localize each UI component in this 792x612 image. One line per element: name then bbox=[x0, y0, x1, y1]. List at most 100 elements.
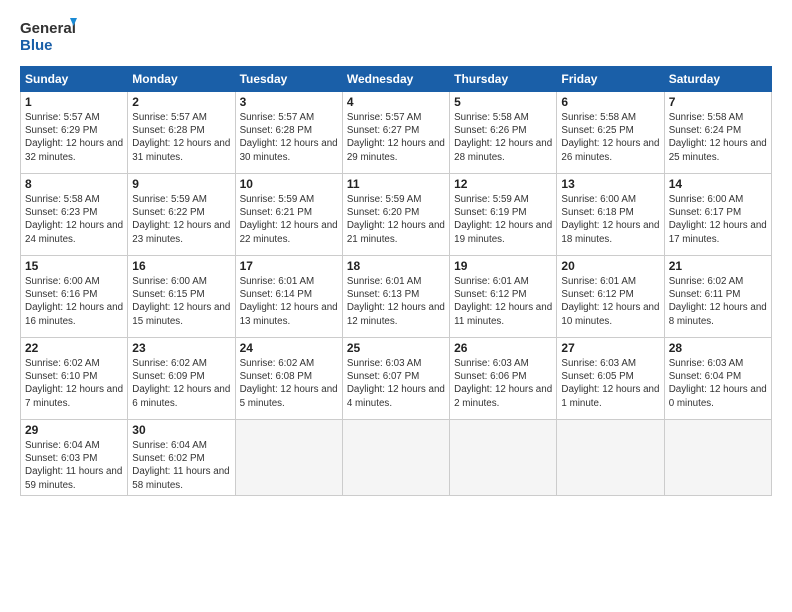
table-row: 21 Sunrise: 6:02 AM Sunset: 6:11 PM Dayl… bbox=[664, 256, 771, 338]
table-row bbox=[450, 420, 557, 496]
logo: General Blue bbox=[20, 16, 80, 56]
day-info: Sunrise: 5:57 AM Sunset: 6:29 PM Dayligh… bbox=[25, 111, 123, 164]
col-wednesday: Wednesday bbox=[342, 67, 449, 92]
day-info: Sunrise: 6:03 AM Sunset: 6:05 PM Dayligh… bbox=[561, 357, 659, 410]
svg-text:General: General bbox=[20, 20, 76, 37]
day-info: Sunrise: 5:57 AM Sunset: 6:27 PM Dayligh… bbox=[347, 111, 445, 164]
day-number: 17 bbox=[240, 259, 338, 273]
day-info: Sunrise: 5:59 AM Sunset: 6:19 PM Dayligh… bbox=[454, 193, 552, 246]
day-number: 3 bbox=[240, 95, 338, 109]
day-info: Sunrise: 5:57 AM Sunset: 6:28 PM Dayligh… bbox=[132, 111, 230, 164]
day-info: Sunrise: 5:59 AM Sunset: 6:20 PM Dayligh… bbox=[347, 193, 445, 246]
day-number: 28 bbox=[669, 341, 767, 355]
day-number: 8 bbox=[25, 177, 123, 191]
table-row: 28 Sunrise: 6:03 AM Sunset: 6:04 PM Dayl… bbox=[664, 338, 771, 420]
day-number: 18 bbox=[347, 259, 445, 273]
table-row: 24 Sunrise: 6:02 AM Sunset: 6:08 PM Dayl… bbox=[235, 338, 342, 420]
col-tuesday: Tuesday bbox=[235, 67, 342, 92]
table-row bbox=[557, 420, 664, 496]
table-row bbox=[664, 420, 771, 496]
table-row: 2 Sunrise: 5:57 AM Sunset: 6:28 PM Dayli… bbox=[128, 92, 235, 174]
logo-svg: General Blue bbox=[20, 16, 80, 56]
day-info: Sunrise: 6:00 AM Sunset: 6:18 PM Dayligh… bbox=[561, 193, 659, 246]
day-number: 30 bbox=[132, 423, 230, 437]
calendar: Sunday Monday Tuesday Wednesday Thursday… bbox=[20, 66, 772, 496]
table-row: 7 Sunrise: 5:58 AM Sunset: 6:24 PM Dayli… bbox=[664, 92, 771, 174]
table-row: 11 Sunrise: 5:59 AM Sunset: 6:20 PM Dayl… bbox=[342, 174, 449, 256]
day-info: Sunrise: 6:02 AM Sunset: 6:11 PM Dayligh… bbox=[669, 275, 767, 328]
table-row: 8 Sunrise: 5:58 AM Sunset: 6:23 PM Dayli… bbox=[21, 174, 128, 256]
table-row: 29 Sunrise: 6:04 AM Sunset: 6:03 PM Dayl… bbox=[21, 420, 128, 496]
col-saturday: Saturday bbox=[664, 67, 771, 92]
day-number: 14 bbox=[669, 177, 767, 191]
table-row bbox=[342, 420, 449, 496]
day-info: Sunrise: 6:04 AM Sunset: 6:03 PM Dayligh… bbox=[25, 439, 123, 492]
table-row: 22 Sunrise: 6:02 AM Sunset: 6:10 PM Dayl… bbox=[21, 338, 128, 420]
day-number: 4 bbox=[347, 95, 445, 109]
table-row: 19 Sunrise: 6:01 AM Sunset: 6:12 PM Dayl… bbox=[450, 256, 557, 338]
table-row: 15 Sunrise: 6:00 AM Sunset: 6:16 PM Dayl… bbox=[21, 256, 128, 338]
day-info: Sunrise: 5:59 AM Sunset: 6:21 PM Dayligh… bbox=[240, 193, 338, 246]
day-info: Sunrise: 6:00 AM Sunset: 6:17 PM Dayligh… bbox=[669, 193, 767, 246]
table-row: 23 Sunrise: 6:02 AM Sunset: 6:09 PM Dayl… bbox=[128, 338, 235, 420]
table-row: 14 Sunrise: 6:00 AM Sunset: 6:17 PM Dayl… bbox=[664, 174, 771, 256]
day-number: 1 bbox=[25, 95, 123, 109]
table-row: 1 Sunrise: 5:57 AM Sunset: 6:29 PM Dayli… bbox=[21, 92, 128, 174]
table-row: 3 Sunrise: 5:57 AM Sunset: 6:28 PM Dayli… bbox=[235, 92, 342, 174]
day-number: 25 bbox=[347, 341, 445, 355]
table-row: 17 Sunrise: 6:01 AM Sunset: 6:14 PM Dayl… bbox=[235, 256, 342, 338]
table-row: 30 Sunrise: 6:04 AM Sunset: 6:02 PM Dayl… bbox=[128, 420, 235, 496]
day-number: 10 bbox=[240, 177, 338, 191]
table-row: 10 Sunrise: 5:59 AM Sunset: 6:21 PM Dayl… bbox=[235, 174, 342, 256]
day-number: 7 bbox=[669, 95, 767, 109]
col-friday: Friday bbox=[557, 67, 664, 92]
day-number: 27 bbox=[561, 341, 659, 355]
table-row: 18 Sunrise: 6:01 AM Sunset: 6:13 PM Dayl… bbox=[342, 256, 449, 338]
day-number: 2 bbox=[132, 95, 230, 109]
svg-text:Blue: Blue bbox=[20, 37, 53, 54]
page: General Blue Sunday Monday Tuesday Wedne… bbox=[0, 0, 792, 612]
table-row: 6 Sunrise: 5:58 AM Sunset: 6:25 PM Dayli… bbox=[557, 92, 664, 174]
day-number: 21 bbox=[669, 259, 767, 273]
day-info: Sunrise: 6:02 AM Sunset: 6:10 PM Dayligh… bbox=[25, 357, 123, 410]
day-info: Sunrise: 6:01 AM Sunset: 6:12 PM Dayligh… bbox=[454, 275, 552, 328]
day-number: 15 bbox=[25, 259, 123, 273]
col-monday: Monday bbox=[128, 67, 235, 92]
table-row: 5 Sunrise: 5:58 AM Sunset: 6:26 PM Dayli… bbox=[450, 92, 557, 174]
day-info: Sunrise: 5:58 AM Sunset: 6:23 PM Dayligh… bbox=[25, 193, 123, 246]
day-info: Sunrise: 5:58 AM Sunset: 6:26 PM Dayligh… bbox=[454, 111, 552, 164]
day-info: Sunrise: 6:02 AM Sunset: 6:08 PM Dayligh… bbox=[240, 357, 338, 410]
table-row: 12 Sunrise: 5:59 AM Sunset: 6:19 PM Dayl… bbox=[450, 174, 557, 256]
day-info: Sunrise: 6:01 AM Sunset: 6:14 PM Dayligh… bbox=[240, 275, 338, 328]
day-info: Sunrise: 6:01 AM Sunset: 6:12 PM Dayligh… bbox=[561, 275, 659, 328]
day-info: Sunrise: 6:04 AM Sunset: 6:02 PM Dayligh… bbox=[132, 439, 230, 492]
col-sunday: Sunday bbox=[21, 67, 128, 92]
table-row: 16 Sunrise: 6:00 AM Sunset: 6:15 PM Dayl… bbox=[128, 256, 235, 338]
day-number: 29 bbox=[25, 423, 123, 437]
day-number: 6 bbox=[561, 95, 659, 109]
table-row: 4 Sunrise: 5:57 AM Sunset: 6:27 PM Dayli… bbox=[342, 92, 449, 174]
day-info: Sunrise: 6:03 AM Sunset: 6:04 PM Dayligh… bbox=[669, 357, 767, 410]
table-row bbox=[235, 420, 342, 496]
day-number: 13 bbox=[561, 177, 659, 191]
day-number: 16 bbox=[132, 259, 230, 273]
day-info: Sunrise: 6:00 AM Sunset: 6:15 PM Dayligh… bbox=[132, 275, 230, 328]
table-row: 25 Sunrise: 6:03 AM Sunset: 6:07 PM Dayl… bbox=[342, 338, 449, 420]
table-row: 26 Sunrise: 6:03 AM Sunset: 6:06 PM Dayl… bbox=[450, 338, 557, 420]
day-number: 23 bbox=[132, 341, 230, 355]
day-info: Sunrise: 5:58 AM Sunset: 6:25 PM Dayligh… bbox=[561, 111, 659, 164]
day-number: 20 bbox=[561, 259, 659, 273]
header: General Blue bbox=[20, 16, 772, 56]
day-number: 12 bbox=[454, 177, 552, 191]
day-info: Sunrise: 6:01 AM Sunset: 6:13 PM Dayligh… bbox=[347, 275, 445, 328]
day-number: 11 bbox=[347, 177, 445, 191]
day-number: 19 bbox=[454, 259, 552, 273]
table-row: 13 Sunrise: 6:00 AM Sunset: 6:18 PM Dayl… bbox=[557, 174, 664, 256]
col-thursday: Thursday bbox=[450, 67, 557, 92]
table-row: 27 Sunrise: 6:03 AM Sunset: 6:05 PM Dayl… bbox=[557, 338, 664, 420]
day-info: Sunrise: 5:59 AM Sunset: 6:22 PM Dayligh… bbox=[132, 193, 230, 246]
day-number: 26 bbox=[454, 341, 552, 355]
day-number: 5 bbox=[454, 95, 552, 109]
day-info: Sunrise: 6:03 AM Sunset: 6:06 PM Dayligh… bbox=[454, 357, 552, 410]
day-number: 9 bbox=[132, 177, 230, 191]
